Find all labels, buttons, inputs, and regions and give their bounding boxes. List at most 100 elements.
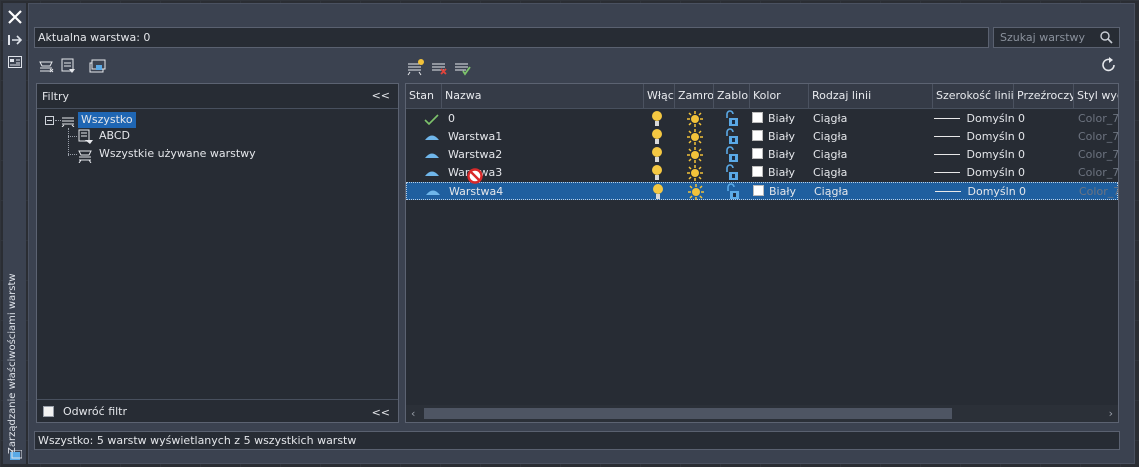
layer-on-bulb-icon[interactable]	[651, 183, 671, 201]
layer-name[interactable]: 0	[448, 110, 638, 128]
table-row[interactable]: Warstwa3BiałyCiągła Domyślne0Color_7	[406, 164, 1118, 182]
layer-unlock-icon[interactable]	[724, 128, 744, 146]
layer-transparency[interactable]: 0	[1019, 183, 1069, 201]
auto-hide-icon[interactable]	[8, 34, 23, 46]
layer-linetype[interactable]: Ciągła	[813, 164, 931, 182]
layer-name[interactable]: Warstwa2	[448, 146, 638, 164]
scroll-left-icon[interactable]: ‹	[411, 407, 415, 420]
lineweight-value: Domyślne	[966, 112, 1015, 125]
new-property-filter-icon[interactable]	[38, 57, 56, 78]
current-layer-check-icon[interactable]	[424, 110, 442, 128]
lineweight-sample	[934, 154, 960, 155]
layer-on-bulb-icon[interactable]	[650, 146, 670, 164]
tree-item-all[interactable]: Wszystko	[78, 112, 136, 128]
tree-item-used-layers-label: Wszystkie używane warstwy	[99, 147, 256, 160]
layer-color[interactable]: Biały	[752, 164, 807, 182]
horizontal-scrollbar[interactable]: ‹ ›	[406, 405, 1118, 422]
layer-thaw-sun-icon[interactable]	[687, 110, 707, 128]
property-filter-icon	[78, 147, 94, 166]
delete-layer-icon[interactable]	[430, 58, 448, 79]
color-swatch	[752, 130, 763, 141]
layer-linetype[interactable]: Ciągła	[813, 128, 931, 146]
layer-lineweight[interactable]: Domyślne	[935, 183, 1015, 201]
new-layer-icon[interactable]	[406, 58, 424, 79]
layer-lineweight[interactable]: Domyślne	[934, 110, 1014, 128]
table-row[interactable]: Warstwa1 Biały Ciągła Domyślne0 Color_7	[406, 128, 1118, 146]
col-lock[interactable]: Zablok	[714, 84, 750, 108]
table-body: 0BiałyCiągła Domyślne0Color_7Warstwa1Bia…	[406, 110, 1118, 400]
collapse-filters-button[interactable]: <<	[372, 89, 390, 102]
layer-status-icon[interactable]	[424, 164, 442, 182]
layer-states-manager-icon[interactable]	[88, 57, 106, 78]
layer-status-icon[interactable]	[424, 146, 442, 164]
layer-unlock-icon[interactable]	[724, 164, 744, 182]
layer-lineweight[interactable]: Domyślne	[934, 146, 1014, 164]
refresh-icon[interactable]	[1100, 56, 1118, 77]
table-row[interactable]: Warstwa2 Biały Ciągła Domyślne0 Color_7	[406, 146, 1118, 164]
layer-thaw-sun-icon[interactable]	[687, 146, 707, 164]
layer-lineweight[interactable]: Domyślne	[934, 164, 1014, 182]
layer-lineweight[interactable]: Domyślne	[934, 128, 1014, 146]
layer-unlock-icon[interactable]	[724, 146, 744, 164]
col-linetype[interactable]: Rodzaj linii	[809, 84, 933, 108]
layers-table: Stan Nazwa Włąc Zamroź Zablok Kolor Rodz…	[405, 83, 1119, 423]
layer-on-bulb-icon[interactable]	[650, 110, 670, 128]
properties-menu-icon[interactable]	[8, 56, 22, 68]
tree-item-all-label: Wszystko	[81, 113, 133, 126]
status-text: Wszystko: 5 warstw wyświetlanych z 5 wsz…	[38, 434, 357, 447]
layer-color[interactable]: Biały	[752, 110, 807, 128]
layer-name[interactable]: Warstwa4	[449, 183, 639, 201]
layer-transparency[interactable]: 0	[1018, 110, 1068, 128]
col-transparency[interactable]: Przeźroczys	[1014, 84, 1074, 108]
col-on[interactable]: Włąc	[644, 84, 675, 108]
search-placeholder: Szukaj warstwy	[1000, 31, 1086, 44]
layer-color[interactable]: Biały	[753, 183, 808, 201]
scroll-right-icon[interactable]: ›	[1109, 407, 1113, 420]
layer-transparency[interactable]: 0	[1018, 164, 1068, 182]
lineweight-sample	[934, 172, 960, 173]
layer-thaw-sun-icon[interactable]	[687, 128, 707, 146]
color-name: Biały	[768, 130, 795, 143]
new-group-filter-icon[interactable]	[60, 57, 78, 78]
set-current-layer-icon[interactable]	[453, 58, 471, 79]
layer-plot-style: Color_7	[1079, 185, 1119, 198]
search-layer-field[interactable]: Szukaj warstwy	[993, 27, 1120, 48]
layer-on-bulb-icon[interactable]	[650, 128, 670, 146]
col-plotstyle[interactable]: Styl wydr	[1074, 84, 1118, 108]
tree-item-used-layers[interactable]: Wszystkie używane warstwy	[99, 146, 256, 162]
col-name[interactable]: Nazwa	[442, 84, 644, 108]
col-freeze[interactable]: Zamroź	[675, 84, 714, 108]
close-icon[interactable]	[7, 9, 23, 25]
layer-on-bulb-icon[interactable]	[650, 164, 670, 182]
layer-thaw-sun-icon[interactable]	[687, 164, 707, 182]
col-status[interactable]: Stan	[406, 84, 442, 108]
tree-item-abcd[interactable]: ABCD	[99, 128, 130, 144]
layer-color[interactable]: Biały	[752, 128, 807, 146]
layer-status-icon[interactable]	[424, 128, 442, 146]
layer-status-icon[interactable]	[425, 183, 443, 201]
lineweight-value: Domyślne	[966, 148, 1015, 161]
table-row[interactable]: 0BiałyCiągła Domyślne0Color_7	[406, 110, 1118, 128]
tree-expander[interactable]	[45, 116, 54, 125]
layer-color[interactable]: Biały	[752, 146, 807, 164]
layer-plot-style: Color_7	[1078, 166, 1118, 179]
scrollbar-thumb[interactable]	[424, 408, 952, 419]
collapse-invert-button[interactable]: <<	[372, 406, 390, 419]
col-lineweight[interactable]: Szerokość linii	[933, 84, 1014, 108]
status-bar: Wszystko: 5 warstw wyświetlanych z 5 wsz…	[34, 431, 1120, 450]
layer-linetype[interactable]: Ciągła	[813, 146, 931, 164]
layer-thaw-sun-icon[interactable]	[688, 183, 708, 201]
col-color[interactable]: Kolor	[750, 84, 809, 108]
layer-transparency[interactable]: 0	[1018, 128, 1068, 146]
invert-filter-checkbox[interactable]	[43, 406, 54, 417]
layer-linetype[interactable]: Ciągła	[813, 110, 931, 128]
search-icon[interactable]	[1100, 31, 1113, 47]
layer-unlock-icon[interactable]	[725, 183, 745, 201]
layer-unlock-icon[interactable]	[724, 110, 744, 128]
table-row[interactable]: Warstwa4 Biały Ciągła Domyślne0 Color_7	[406, 182, 1118, 200]
layer-name[interactable]: Warstwa1	[448, 128, 638, 146]
layer-transparency[interactable]: 0	[1018, 146, 1068, 164]
current-layer-label: Aktualna warstwa: 0	[38, 31, 151, 44]
layer-linetype[interactable]: Ciągła	[814, 183, 932, 201]
layer-plot-style: Color_7	[1078, 148, 1118, 161]
